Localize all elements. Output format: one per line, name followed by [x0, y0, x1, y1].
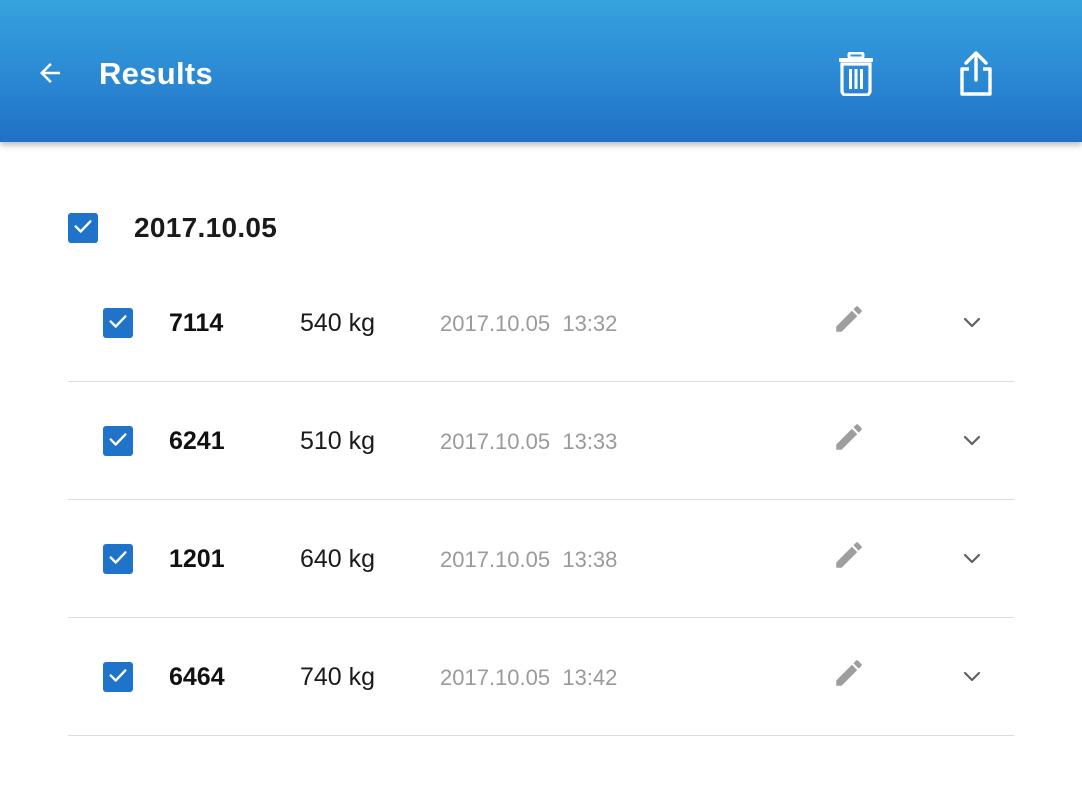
row-checkbox[interactable]: [103, 426, 133, 456]
chevron-down-icon: [960, 428, 984, 457]
check-icon: [107, 664, 129, 691]
result-timestamp: 2017.10.05 13:32: [440, 307, 617, 341]
result-timestamp: 2017.10.05 13:42: [440, 661, 617, 695]
row-checkbox[interactable]: [103, 662, 133, 692]
row-checkbox[interactable]: [103, 544, 133, 574]
result-id: 6464: [169, 663, 225, 691]
edit-button[interactable]: [830, 420, 868, 458]
share-button[interactable]: [948, 50, 1004, 102]
expand-button[interactable]: [954, 306, 990, 342]
result-weight: 540 kg: [300, 309, 376, 337]
expand-button[interactable]: [954, 424, 990, 460]
group-checkbox[interactable]: [68, 213, 98, 243]
share-icon: [957, 50, 995, 102]
result-date: 2017.10.05: [440, 547, 551, 572]
result-time: 13:42: [562, 665, 618, 690]
check-icon: [72, 215, 94, 242]
check-icon: [107, 310, 129, 337]
result-id: 6241: [169, 427, 225, 455]
pencil-icon: [832, 538, 866, 577]
trash-icon: [837, 51, 875, 101]
group-header: 2017.10.05: [68, 211, 277, 245]
result-timestamp: 2017.10.05 13:33: [440, 425, 617, 459]
page-title: Results: [99, 56, 214, 91]
result-id: 1201: [169, 545, 225, 573]
group-date: 2017.10.05: [134, 212, 278, 243]
result-row: 6241 510 kg 2017.10.05 13:33: [68, 382, 1014, 500]
back-button[interactable]: [26, 54, 74, 96]
chevron-down-icon: [960, 310, 984, 339]
delete-button[interactable]: [828, 50, 884, 102]
result-id: 7114: [169, 309, 224, 337]
app-bar: Results: [0, 0, 1082, 142]
edit-button[interactable]: [830, 302, 868, 340]
edit-button[interactable]: [830, 656, 868, 694]
result-row: 1201 640 kg 2017.10.05 13:38: [68, 500, 1014, 618]
chevron-down-icon: [960, 546, 984, 575]
edit-button[interactable]: [830, 538, 868, 576]
pencil-icon: [832, 420, 866, 459]
results-list: 7114 540 kg 2017.10.05 13:32 6241 510 kg…: [68, 264, 1014, 736]
results-content: 2017.10.05 7114 540 kg 2017.10.05 13:32: [0, 142, 1082, 800]
result-date: 2017.10.05: [440, 665, 551, 690]
result-row: 7114 540 kg 2017.10.05 13:32: [68, 264, 1014, 382]
result-time: 13:38: [562, 547, 618, 572]
result-date: 2017.10.05: [440, 429, 551, 454]
expand-button[interactable]: [954, 660, 990, 696]
row-checkbox[interactable]: [103, 308, 133, 338]
pencil-icon: [832, 656, 866, 695]
check-icon: [107, 428, 129, 455]
pencil-icon: [832, 302, 866, 341]
result-time: 13:33: [562, 429, 618, 454]
result-date: 2017.10.05: [440, 311, 551, 336]
result-weight: 640 kg: [300, 545, 376, 573]
arrow-back-icon: [35, 58, 65, 93]
check-icon: [107, 546, 129, 573]
result-row: 6464 740 kg 2017.10.05 13:42: [68, 618, 1014, 736]
expand-button[interactable]: [954, 542, 990, 578]
result-weight: 510 kg: [300, 427, 376, 455]
chevron-down-icon: [960, 664, 984, 693]
result-weight: 740 kg: [300, 663, 376, 691]
result-time: 13:32: [562, 311, 618, 336]
result-timestamp: 2017.10.05 13:38: [440, 543, 617, 577]
